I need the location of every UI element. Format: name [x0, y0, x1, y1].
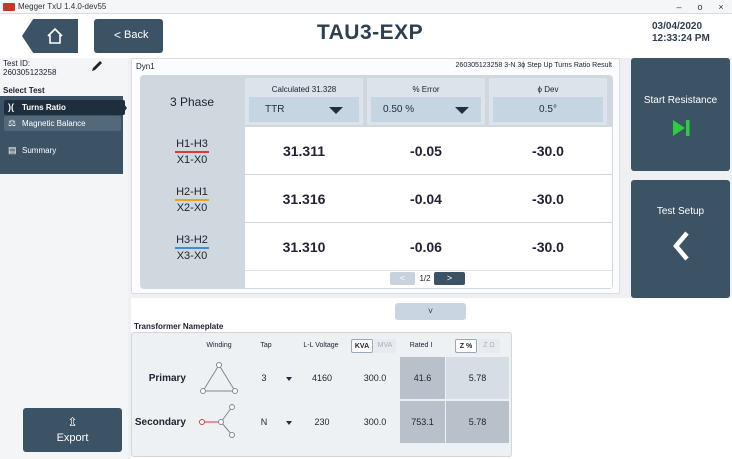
primary-label: Primary [148, 373, 186, 384]
ll-voltage-header: L-L Voltage [303, 342, 339, 349]
error-threshold-value: 0.50 % [383, 104, 415, 115]
phase-color-line [175, 199, 209, 201]
nav-item-label: Summary [22, 146, 57, 155]
home-icon [47, 27, 63, 44]
z-percent-toggle[interactable]: Z % [455, 339, 477, 353]
ttr-mode-select[interactable]: TTR [249, 97, 359, 122]
error-value: -0.05 [410, 143, 442, 159]
previous-page-button[interactable]: < [390, 272, 415, 285]
dropdown-arrow-icon [329, 107, 343, 114]
balance-icon: ⚖ [8, 118, 17, 128]
winding-config: Dyn1 [136, 62, 155, 71]
phase-color-line [175, 151, 209, 153]
chevron-left-icon [673, 231, 689, 261]
secondary-z-value[interactable]: 5.78 [446, 417, 509, 427]
nav-item-label: Turns Ratio [22, 103, 66, 112]
start-resistance-button[interactable]: Start Resistance [631, 58, 730, 171]
phase-x-label: X2-X0 [176, 202, 208, 214]
secondary-tap-value[interactable]: N [258, 417, 270, 427]
dev-threshold-field[interactable]: 0.5° [493, 97, 603, 122]
nav-item-magnetic-balance[interactable]: ⚖ Magnetic Balance [4, 116, 121, 131]
ttr-value: 31.311 [282, 143, 326, 159]
dev-value: -30.0 [532, 239, 564, 255]
page-title: TAU3-EXP [316, 21, 424, 44]
error-value: -0.06 [410, 239, 442, 255]
start-resistance-label: Start Resistance [643, 95, 718, 106]
test-setup-label: Test Setup [656, 206, 705, 217]
tap-dropdown-icon[interactable] [286, 421, 292, 425]
secondary-voltage-value[interactable]: 230 [296, 417, 348, 427]
minimize-button[interactable]: – [668, 0, 690, 14]
phase-h-label: H3-H2 [176, 234, 208, 246]
calculated-header: Calculated 31.328 [271, 85, 337, 94]
wye-winding-icon[interactable] [196, 401, 242, 441]
test-id-label: Test ID: [3, 59, 31, 68]
dev-header: ϕ Dev [537, 85, 559, 94]
result-label: 260305123258 3-N 3ϕ Step Up Turns Ratio … [455, 62, 612, 69]
test-setup-button[interactable]: Test Setup [631, 180, 730, 298]
primary-z-value[interactable]: 5.78 [446, 373, 509, 383]
back-label: Back [124, 29, 149, 41]
nav-item-turns-ratio[interactable]: )( Turns Ratio [4, 100, 125, 115]
active-nav-pointer [121, 100, 127, 116]
secondary-rated-i-value: 753.1 [411, 417, 434, 427]
app-logo-icon [3, 3, 15, 11]
dropdown-arrow-icon [455, 107, 469, 114]
nav-item-label: Magnetic Balance [22, 119, 86, 128]
collapse-toggle[interactable]: ˅ [395, 303, 466, 320]
secondary-kva-value[interactable]: 300.0 [352, 417, 398, 427]
date-time: 03/04/2020 12:33:24 PM [652, 21, 732, 45]
phase-h-label: H2-H1 [176, 186, 208, 198]
rated-i-header: Rated I [409, 342, 433, 349]
time-text: 12:33:24 PM [652, 33, 710, 44]
back-button[interactable]: < Back [94, 19, 163, 53]
primary-voltage-value[interactable]: 4160 [296, 373, 348, 383]
kva-toggle[interactable]: KVA [351, 339, 373, 353]
summary-icon: ▤ [8, 145, 17, 155]
error-value: -0.04 [410, 191, 442, 207]
ttr-mode-value: TTR [265, 104, 285, 115]
ttr-value: 31.310 [282, 239, 326, 255]
phase-color-line [175, 247, 209, 249]
tap-header: Tap [260, 342, 272, 349]
winding-header: Winding [206, 342, 232, 349]
page-indicator: 1/2 [419, 274, 431, 283]
export-button[interactable]: ⇫ Export [23, 408, 122, 452]
play-step-icon [673, 120, 690, 136]
mva-toggle[interactable]: MVA [374, 339, 396, 353]
nameplate-title: Transformer Nameplate [134, 322, 224, 331]
next-page-button[interactable]: > [434, 272, 465, 285]
close-window-button[interactable]: × [710, 0, 732, 14]
phase-x-label: X1-X0 [176, 154, 208, 166]
phase-h-label: H1-H3 [176, 138, 208, 150]
phase-x-label: X3-X0 [176, 250, 208, 262]
z-ohm-toggle[interactable]: Z Ω [478, 339, 500, 353]
coil-icon: )( [8, 102, 14, 112]
maximize-button[interactable]: o [689, 0, 711, 14]
primary-kva-value[interactable]: 300.0 [352, 373, 398, 383]
error-threshold-select[interactable]: 0.50 % [371, 97, 481, 122]
dev-value: -30.0 [532, 143, 564, 159]
export-label: Export [56, 432, 89, 444]
chevron-left-icon: < [114, 28, 122, 42]
select-test-label: Select Test [3, 86, 45, 95]
export-icon: ⇫ [67, 415, 78, 429]
tap-dropdown-icon[interactable] [286, 377, 292, 381]
date-text: 03/04/2020 [652, 21, 703, 32]
secondary-label: Secondary [134, 417, 186, 428]
dev-value: -30.0 [532, 191, 564, 207]
primary-tap-value[interactable]: 3 [258, 373, 270, 383]
test-id-value: 260305123258 [3, 68, 57, 77]
pencil-icon[interactable] [90, 59, 104, 73]
primary-rated-i-value: 41.6 [413, 373, 432, 383]
dev-threshold-value: 0.5° [539, 104, 557, 115]
delta-winding-icon[interactable] [198, 361, 240, 395]
window-titlebar [0, 0, 732, 14]
window-title: Megger TxU 1.4.0-dev55 [18, 2, 107, 11]
phase-label: 3 Phase [169, 95, 215, 109]
nav-item-summary[interactable]: ▤ Summary [4, 143, 121, 158]
home-button[interactable] [22, 19, 78, 53]
error-header: % Error [412, 85, 440, 94]
ttr-value: 31.316 [282, 191, 326, 207]
